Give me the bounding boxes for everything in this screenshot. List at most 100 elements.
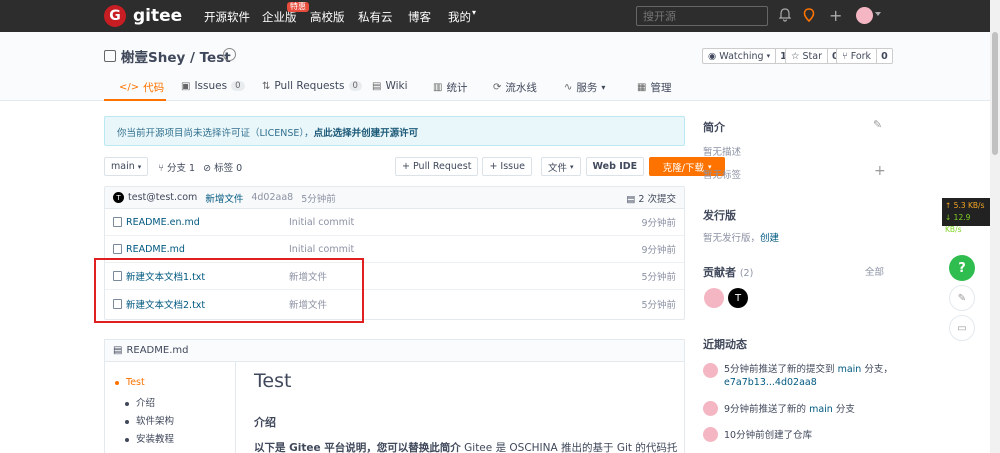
activity-branch-link[interactable]: main [838, 364, 862, 375]
tab-issues-label: Issues [194, 80, 228, 92]
branch-icon: ⑂ [158, 162, 167, 174]
wiki-icon: ▤ [372, 80, 382, 92]
file-commit-message[interactable]: Initial commit [289, 244, 354, 255]
repo-title[interactable]: 榭壹Shey / Test [104, 46, 231, 66]
readme-toc: Test 介绍 软件架构 安装教程 [105, 362, 236, 453]
activity-commit-range-link[interactable]: e7a7b13...4d02aa8 [724, 377, 817, 388]
file-time: 5分钟前 [641, 272, 676, 283]
network-speed-widget: ↑ 5.3 KB/s ↓ 12.9 KB/s [942, 198, 990, 234]
file-time: 9分钟前 [641, 245, 676, 256]
activity-avatar[interactable] [703, 427, 718, 442]
star-icon: ☆ [791, 50, 800, 62]
all-contributors-link[interactable]: 全部 [865, 264, 884, 278]
create-license-link[interactable]: 点此选择并创建开源许可 [314, 128, 419, 139]
tab-pipeline[interactable]: ⟳ 流水线 [493, 80, 537, 95]
activity-tail: 分支， [864, 364, 893, 375]
feedback-button[interactable]: ✎ [949, 285, 975, 311]
nav-open-source[interactable]: 开源软件 [204, 9, 250, 25]
toc-item[interactable]: 介绍 [125, 395, 155, 409]
commit-author[interactable]: test@test.com [128, 192, 197, 203]
user-avatar[interactable] [856, 7, 873, 24]
nav-education[interactable]: 高校版 [310, 9, 345, 25]
branches-label: 分支 1 [167, 162, 196, 174]
commit-count-link[interactable]: ▤ 2 次提交 [626, 191, 676, 205]
services-chevron-icon: ▾ [601, 83, 606, 92]
enterprise-promo-badge: 特惠 [287, 2, 309, 12]
new-pull-request-button[interactable]: + Pull Request [395, 157, 479, 176]
branch-select[interactable]: main ▾ [104, 157, 149, 176]
file-name[interactable]: README.en.md [126, 217, 200, 228]
commit-author-avatar[interactable]: T [113, 192, 124, 203]
tab-pull-requests-label: Pull Requests [274, 80, 345, 92]
gitee-logo[interactable]: G gitee [104, 5, 182, 27]
web-ide-button[interactable]: Web IDE [585, 157, 645, 176]
latest-commit-row: T test@test.com 新增文件 4d02aa8 5分钟前 ▤ 2 次提… [105, 187, 684, 209]
branch-toolbar: main ▾ ⑂ 分支 1 ⊘ 标签 0 [104, 157, 242, 176]
activity-avatar[interactable] [703, 401, 718, 416]
commit-hash[interactable]: 4d02aa8 [251, 192, 293, 203]
gitee-logo-text: gitee [133, 6, 183, 26]
nav-private-cloud[interactable]: 私有云 [358, 9, 393, 25]
activity-branch-link[interactable]: main [809, 404, 833, 415]
manage-icon: ▦ [637, 82, 647, 93]
user-menu-chevron-icon[interactable] [875, 12, 881, 16]
plus-icon[interactable]: + [829, 8, 842, 24]
repo-full-name[interactable]: 榭壹Shey / Test [121, 46, 231, 66]
eye-icon: ◉ [708, 50, 717, 62]
activity-item: 9分钟前推送了新的 main 分支 [703, 401, 855, 416]
help-button[interactable]: ? [949, 255, 975, 281]
nav-blog[interactable]: 博客 [408, 9, 431, 25]
location-pin-icon[interactable] [803, 8, 815, 26]
toc-item[interactable]: Test [115, 377, 145, 388]
fork-button[interactable]: ⑂ Fork 0 [836, 48, 893, 64]
readme-paragraph-text: Gitee 是 OSCHINA 推出的基于 Git 的代码托 [460, 442, 678, 453]
file-chevron-icon: ▾ [570, 162, 574, 171]
no-description: 暂无描述 [703, 147, 742, 158]
search-input[interactable] [636, 6, 768, 26]
readme-content: Test 介绍 以下是 Gitee 平台说明，您可以替换此简介 Gitee 是 … [254, 370, 677, 453]
file-commit-message[interactable]: Initial commit [289, 217, 354, 228]
services-icon: ∿ [564, 82, 573, 93]
contributors-count: (2) [739, 268, 754, 279]
highlight-box [94, 258, 364, 323]
edit-icon[interactable]: ✎ [873, 118, 882, 131]
tab-issues[interactable]: ▣ Issues 0 [181, 80, 245, 92]
file-row[interactable]: README.en.md Initial commit 9分钟前 [105, 209, 684, 236]
file-name[interactable]: README.md [126, 244, 185, 255]
pull-request-icon: ⇅ [262, 80, 271, 92]
chat-button[interactable]: ▭ [949, 315, 975, 341]
create-release-link[interactable]: 创建 [760, 233, 779, 244]
toc-item[interactable]: 软件架构 [125, 413, 174, 427]
license-notice: 你当前开源项目尚未选择许可证（LICENSE），点此选择并创建开源许可 [104, 116, 685, 146]
tab-services[interactable]: ∿ 服务 ▾ [564, 80, 605, 95]
star-label: Star [802, 50, 823, 62]
activity-text: 10分钟前创建了仓库 [724, 430, 813, 441]
star-button[interactable]: ☆Star 0 [785, 48, 844, 64]
tab-wiki[interactable]: ▤ Wiki [372, 80, 408, 92]
contributor-avatar[interactable] [704, 288, 724, 308]
tab-manage[interactable]: ▦ 管理 [637, 80, 671, 95]
toc-item[interactable]: 安装教程 [125, 431, 174, 445]
contributor-avatar[interactable]: T [728, 288, 748, 308]
branches-link[interactable]: ⑂ 分支 1 [158, 160, 195, 174]
nav-mine[interactable]: 我的 [448, 9, 471, 25]
watch-button[interactable]: ◉ Watching ▾ 1 [702, 48, 792, 64]
recommend-badge-icon [223, 48, 236, 61]
scrollbar-thumb[interactable] [992, 32, 998, 155]
contributors-label: 贡献者 [703, 266, 736, 279]
tab-pull-requests[interactable]: ⇅ Pull Requests 0 [262, 80, 362, 92]
commit-message[interactable]: 新增文件 [205, 191, 243, 205]
bell-icon[interactable] [778, 8, 792, 26]
fork-count: 0 [877, 48, 893, 64]
toc-item-label: 安装教程 [136, 434, 175, 445]
tags-link[interactable]: ⊘ 标签 0 [203, 160, 242, 174]
tab-manage-label: 管理 [650, 82, 672, 94]
tab-stats[interactable]: ▥ 统计 [433, 80, 467, 95]
readme-file-icon: ▤ [113, 345, 123, 356]
file-menu-button[interactable]: 文件 ▾ [541, 157, 581, 176]
add-tag-icon[interactable]: + [874, 163, 886, 179]
activity-avatar[interactable] [703, 363, 718, 378]
release-title: 发行版 [703, 209, 736, 222]
tab-code[interactable]: </> 代码 [119, 80, 164, 95]
new-issue-button[interactable]: + Issue [482, 157, 532, 176]
